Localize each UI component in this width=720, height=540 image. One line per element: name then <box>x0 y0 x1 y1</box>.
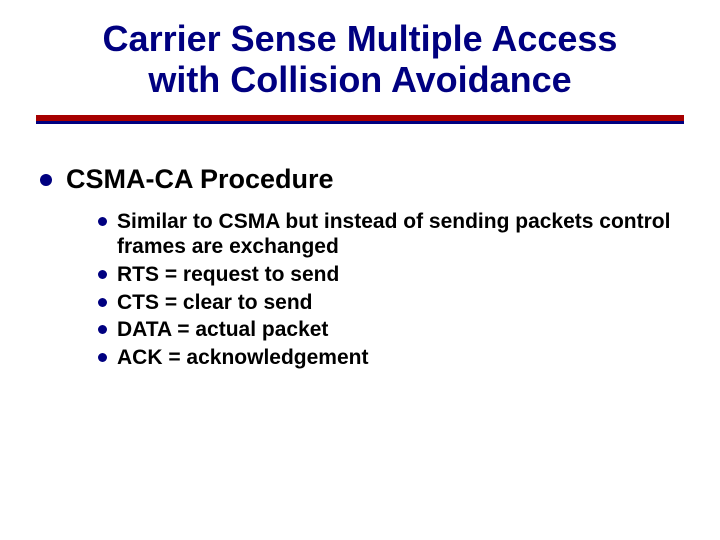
title-line-2: with Collision Avoidance <box>148 59 571 100</box>
sub-bullet-text: DATA = actual packet <box>117 317 328 343</box>
sub-bullet-text: CTS = clear to send <box>117 290 312 316</box>
bullet-icon <box>98 298 107 307</box>
sub-bullet-text: RTS = request to send <box>117 262 339 288</box>
list-item: Similar to CSMA but instead of sending p… <box>98 209 684 260</box>
list-item: RTS = request to send <box>98 262 684 288</box>
list-item: CTS = clear to send <box>98 290 684 316</box>
bullet-level1-text: CSMA-CA Procedure <box>66 164 334 195</box>
title-line-1: Carrier Sense Multiple Access <box>103 18 618 59</box>
bullet-icon <box>98 325 107 334</box>
sub-bullet-text: ACK = acknowledgement <box>117 345 368 371</box>
title-divider <box>36 115 684 124</box>
sub-bullet-text: Similar to CSMA but instead of sending p… <box>117 209 684 260</box>
list-item: ACK = acknowledgement <box>98 345 684 371</box>
sub-bullet-list: Similar to CSMA but instead of sending p… <box>40 209 684 371</box>
content-area: CSMA-CA Procedure Similar to CSMA but in… <box>36 164 684 371</box>
slide-title: Carrier Sense Multiple Access with Colli… <box>36 18 684 101</box>
bullet-level1: CSMA-CA Procedure <box>40 164 684 195</box>
list-item: DATA = actual packet <box>98 317 684 343</box>
bullet-icon <box>98 270 107 279</box>
bullet-icon <box>40 174 52 186</box>
slide: Carrier Sense Multiple Access with Colli… <box>0 0 720 540</box>
bullet-icon <box>98 353 107 362</box>
bullet-icon <box>98 217 107 226</box>
